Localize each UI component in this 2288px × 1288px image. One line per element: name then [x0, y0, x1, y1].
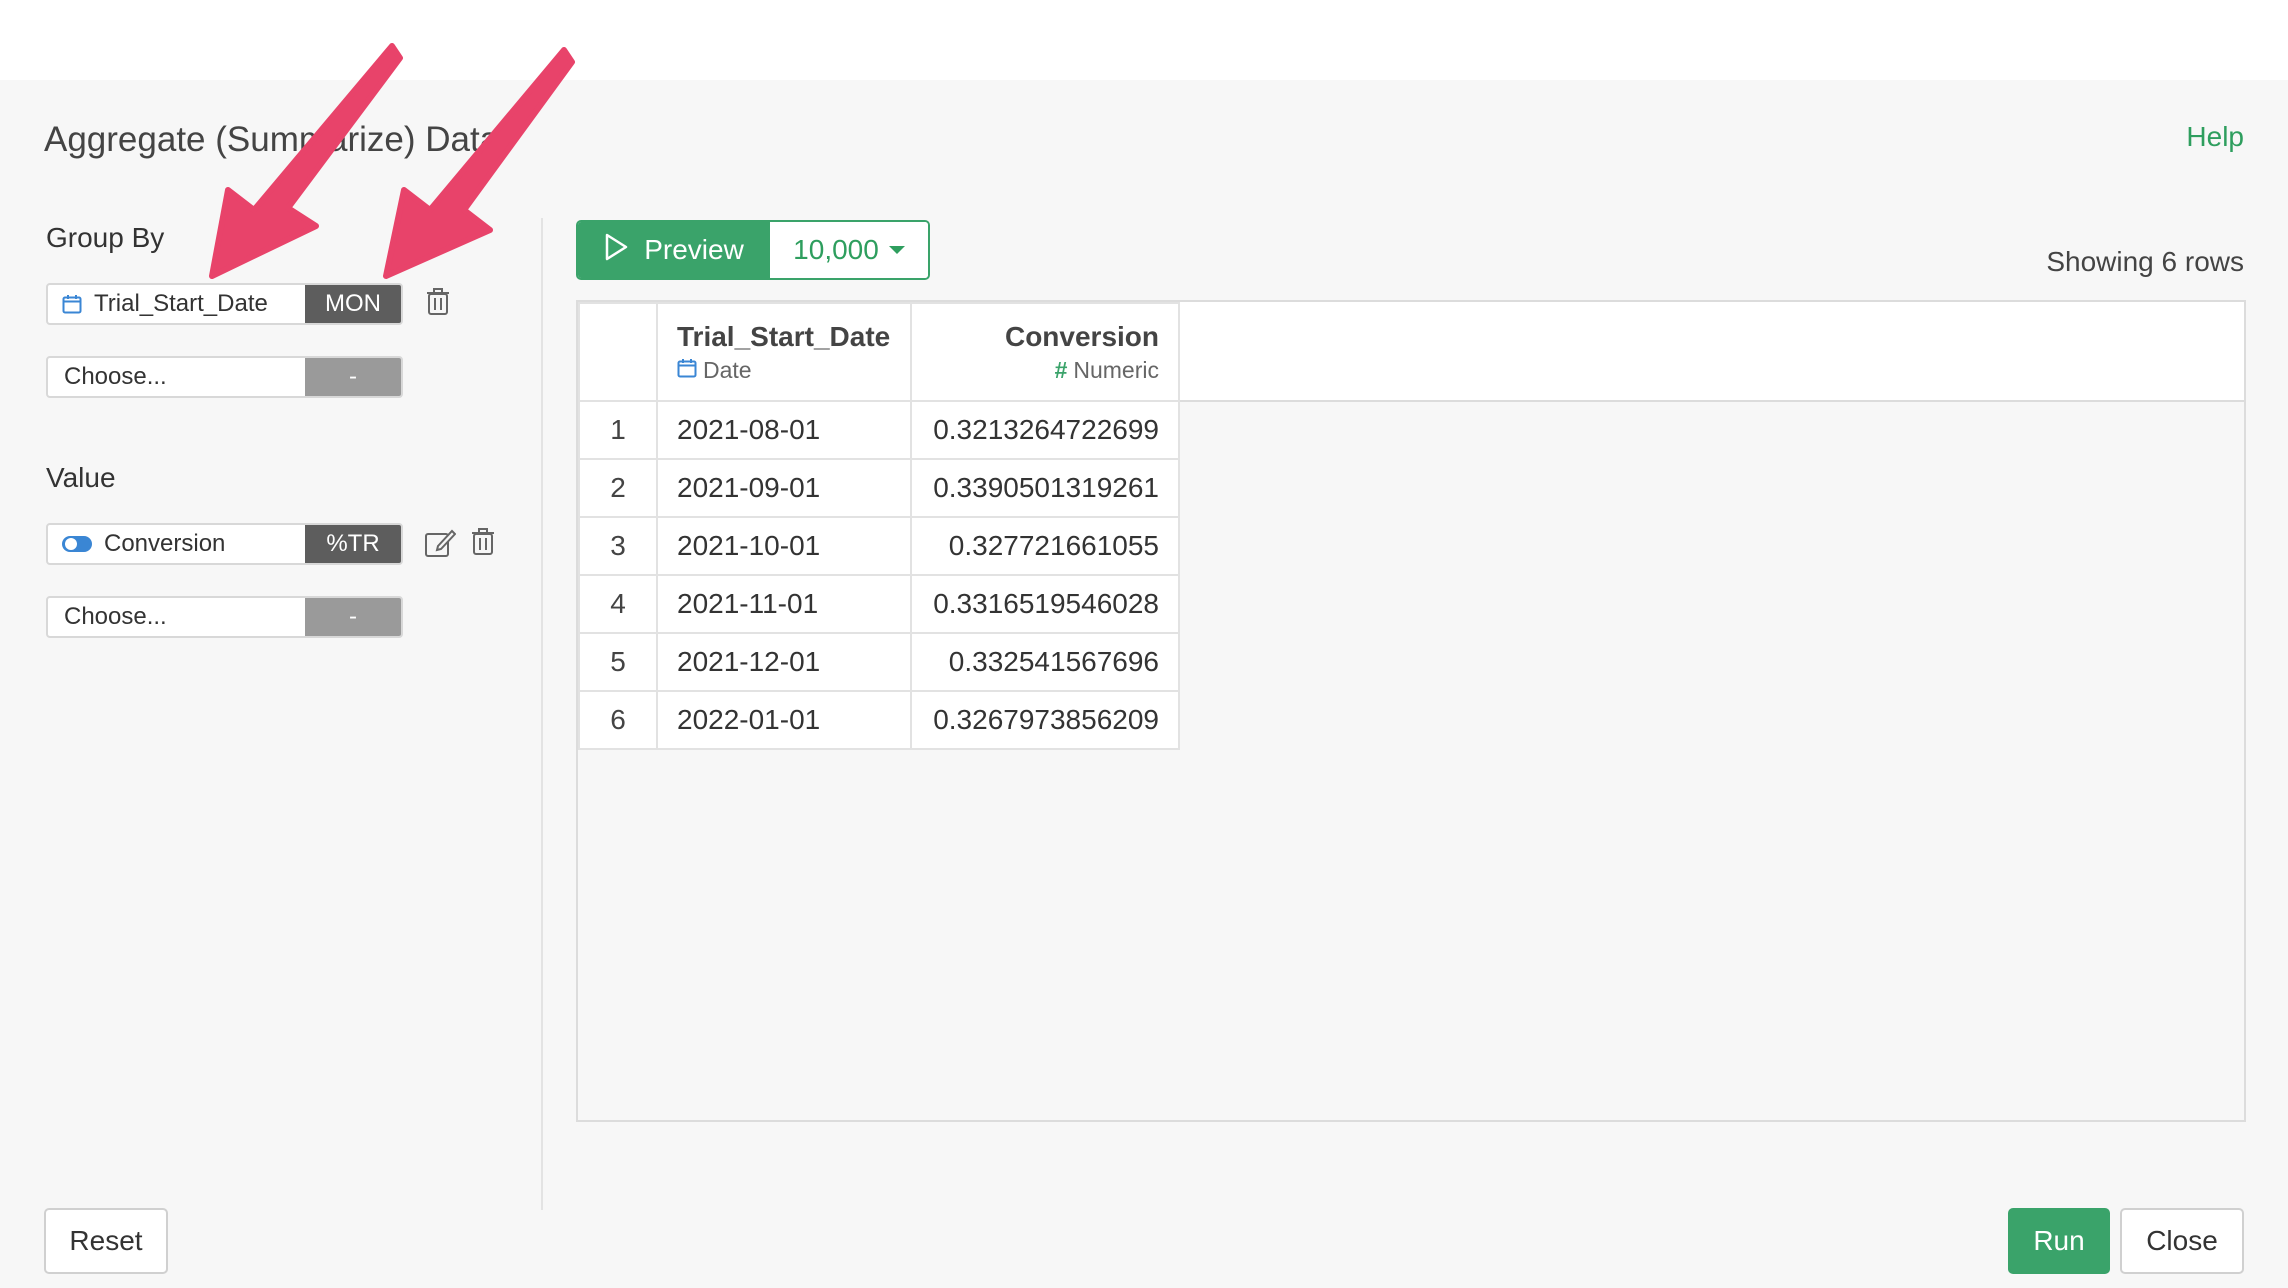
conversion-cell: 0.327721661055 [910, 516, 1180, 576]
date-cell: 2021-10-01 [656, 516, 912, 576]
choose-placeholder[interactable]: Choose... [48, 358, 305, 396]
conversion-cell: 0.332541567696 [910, 632, 1180, 692]
column-header-conversion[interactable]: Conversion # Numeric [910, 302, 1180, 402]
empty-tag[interactable]: - [305, 358, 401, 396]
row-index: 6 [578, 690, 658, 750]
conversion-cell: 0.3267973856209 [910, 690, 1180, 750]
column-type-label: Date [703, 356, 752, 383]
table-row: 2 2021-09-01 0.3390501319261 [578, 458, 1180, 518]
column-name: Trial_Start_Date [677, 320, 891, 352]
group-by-field-name[interactable]: Trial_Start_Date [48, 285, 305, 323]
edit-icon[interactable] [424, 528, 457, 563]
field-name-text: Conversion [104, 530, 226, 557]
close-button[interactable]: Close [2120, 1208, 2244, 1274]
help-link[interactable]: Help [2186, 121, 2244, 153]
row-index: 3 [578, 516, 658, 576]
row-count-status: Showing 6 rows [2046, 246, 2244, 277]
field-name-text: Trial_Start_Date [94, 290, 268, 317]
chevron-down-icon [888, 246, 905, 254]
dialog-title: Aggregate (Summarize) Data [44, 120, 500, 159]
empty-tag[interactable]: - [305, 598, 401, 636]
run-button[interactable]: Run [2008, 1208, 2110, 1274]
date-cell: 2021-09-01 [656, 458, 912, 518]
preview-grid: Trial_Start_Date Date Conversion # Numer… [576, 300, 2246, 1122]
conversion-cell: 0.3316519546028 [910, 574, 1180, 634]
preview-button-group: Preview 10,000 [576, 220, 930, 280]
table-row: 3 2021-10-01 0.327721661055 [578, 516, 1180, 576]
table-row: 1 2021-08-01 0.3213264722699 [578, 400, 1180, 460]
preview-table: Trial_Start_Date Date Conversion # Numer… [578, 302, 1180, 750]
column-type: # Numeric [913, 357, 1159, 384]
row-index: 2 [578, 458, 658, 518]
column-type: Date [677, 357, 909, 384]
value-label: Value [46, 462, 116, 493]
aggregate-dialog: Aggregate (Summarize) Data Help Group By… [0, 80, 2288, 1288]
row-index: 4 [578, 574, 658, 634]
date-cell: 2022-01-01 [656, 690, 912, 750]
row-limit-dropdown[interactable]: 10,000 [770, 222, 928, 278]
value-field-choose[interactable]: Choose... - [46, 596, 403, 638]
table-row: 6 2022-01-01 0.3267973856209 [578, 690, 1180, 750]
value-field-name[interactable]: Conversion [48, 525, 305, 563]
calendar-icon [62, 294, 82, 314]
toggle-icon [62, 535, 92, 553]
row-index: 1 [578, 400, 658, 460]
column-header-trial-start-date[interactable]: Trial_Start_Date Date [656, 302, 912, 402]
reset-button[interactable]: Reset [44, 1208, 168, 1274]
column-type-label: Numeric [1073, 356, 1159, 383]
play-icon [604, 233, 628, 268]
choose-placeholder[interactable]: Choose... [48, 598, 305, 636]
table-row: 4 2021-11-01 0.3316519546028 [578, 574, 1180, 634]
value-field-conversion[interactable]: Conversion %TR [46, 523, 403, 565]
preview-label: Preview [644, 234, 744, 265]
aggregation-tag[interactable]: %TR [305, 525, 401, 563]
group-by-label: Group By [46, 222, 165, 253]
conversion-cell: 0.3390501319261 [910, 458, 1180, 518]
calendar-icon [677, 357, 697, 384]
group-by-field-trial-start-date[interactable]: Trial_Start_Date MON [46, 283, 403, 325]
date-cell: 2021-11-01 [656, 574, 912, 634]
row-index-header [578, 302, 658, 402]
trash-icon[interactable] [471, 528, 495, 561]
date-cell: 2021-08-01 [656, 400, 912, 460]
preview-button[interactable]: Preview [578, 222, 770, 278]
row-index: 5 [578, 632, 658, 692]
trash-icon[interactable] [426, 288, 450, 321]
hash-icon: # [1054, 356, 1068, 383]
date-unit-tag[interactable]: MON [305, 285, 401, 323]
column-name: Conversion [1004, 320, 1159, 352]
date-cell: 2021-12-01 [656, 632, 912, 692]
panel-divider [541, 218, 543, 1210]
conversion-cell: 0.3213264722699 [910, 400, 1180, 460]
row-limit-value: 10,000 [793, 234, 879, 265]
table-row: 5 2021-12-01 0.332541567696 [578, 632, 1180, 692]
group-by-field-choose[interactable]: Choose... - [46, 356, 403, 398]
